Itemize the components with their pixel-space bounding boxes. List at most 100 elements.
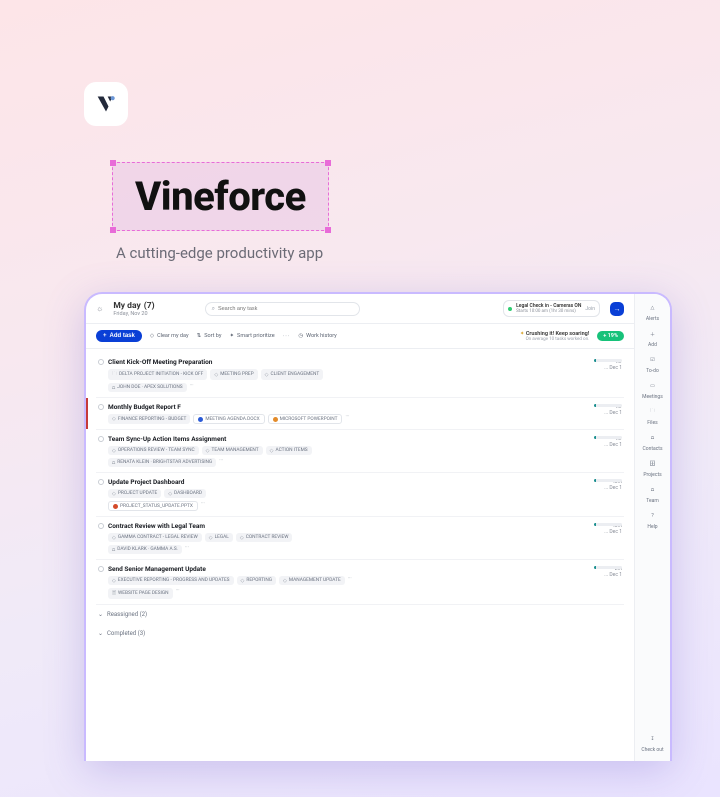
brand-title-box: Vineforce [112, 162, 329, 231]
sidebar-item-meetings[interactable]: ▭Meetings [642, 378, 663, 402]
sidebar-label: Check out [641, 747, 663, 753]
day-title: My day [113, 301, 140, 311]
task-radio[interactable] [98, 404, 104, 410]
task-more-icon[interactable]: ··· [348, 576, 352, 585]
sidebar-label: Projects [643, 472, 661, 478]
task-more-icon[interactable]: ··· [219, 458, 223, 467]
sidebar-item-projects[interactable]: 🗄 Projects [643, 456, 661, 480]
task-list: Client Kick-Off Meeting Preparation 1hr … [86, 349, 634, 761]
sidebar-item-to-do[interactable]: ☑To-do [646, 352, 659, 376]
sort-icon: ⇅ [197, 333, 202, 339]
task-radio[interactable] [98, 523, 104, 529]
task-row[interactable]: Team Sync-Up Action Items Assignment 1hr… [96, 430, 624, 473]
search-input[interactable] [218, 306, 353, 312]
task-more-icon[interactable]: ··· [190, 383, 194, 392]
task-tag[interactable]: ◇CONTRACT REVIEW [236, 533, 293, 542]
task-file-chip[interactable]: PROJECT_STATUS_UPDATE.PPTX [108, 501, 198, 511]
task-person[interactable]: ⩍JOHN DOE · APEX SOLUTIONS [108, 383, 187, 392]
task-tag[interactable]: ◇CLIENT ENGAGEMENT [261, 369, 324, 380]
task-radio[interactable] [98, 436, 104, 442]
task-due: ... Dec 1 [598, 485, 622, 491]
sidebar-item-help[interactable]: ?Help [647, 508, 659, 532]
sidebar-item-team[interactable]: ⩍Team [646, 482, 659, 506]
task-progress [594, 436, 622, 439]
task-file-chip[interactable]: MICROSOFT POWERPOINT [268, 414, 343, 424]
work-history-button[interactable]: ◷ Work history [298, 333, 336, 339]
section-completed[interactable]: ⌄Completed (3) [96, 624, 624, 643]
contacts-icon: ⩍ [647, 432, 659, 444]
sidebar-item-alerts[interactable]: △Alerts [646, 300, 659, 324]
status-chip[interactable]: Legal Check in - Cameras ON Starts 10:00… [503, 300, 600, 317]
add-task-button[interactable]: + Add task [96, 330, 142, 342]
toolbar-more-icon[interactable]: ··· [283, 333, 291, 340]
search-box[interactable]: ⌕ [205, 302, 360, 316]
task-tag[interactable]: 🗀DELTA PROJECT INITIATION - KICK OFF [108, 369, 207, 380]
task-file-chip[interactable]: MEETING AGENDA.DOCX [193, 414, 264, 424]
task-more-icon[interactable]: ··· [201, 501, 205, 511]
clear-day-button[interactable]: ◇ Clear my day [150, 333, 189, 339]
clear-icon: ◇ [150, 333, 154, 339]
task-title: Client Kick-Off Meeting Preparation [108, 358, 604, 366]
toolbar: + Add task ◇ Clear my day ⇅ Sort by ✦ Sm… [86, 324, 634, 349]
status-join[interactable]: Join [585, 306, 595, 312]
checkout-icon: ↧ [646, 733, 658, 745]
task-progress [594, 566, 622, 569]
task-radio[interactable] [98, 359, 104, 365]
team-icon: ⩍ [647, 484, 659, 496]
task-more-icon[interactable]: ··· [345, 414, 349, 424]
clear-label: Clear my day [157, 333, 189, 339]
task-person[interactable]: ⩍DAVID KLARK · GAMMA A.S. [108, 545, 182, 554]
section-reassigned[interactable]: ⌄Reassigned (2) [96, 605, 624, 624]
sidebar-item-files[interactable]: 🗀Files [647, 404, 659, 428]
task-tag[interactable]: ◇REPORTING [237, 576, 277, 585]
task-tag[interactable]: ◇DASHBOARD [164, 489, 206, 498]
task-tag[interactable]: ◇FINANCE REPORTING - BUDGET [108, 414, 190, 424]
sidebar-label: Alerts [646, 316, 659, 322]
sidebar-label: Add [648, 342, 657, 348]
projects-icon: 🗄 [647, 458, 659, 470]
task-title: Monthly Budget Report F [108, 403, 604, 411]
task-radio[interactable] [98, 479, 104, 485]
task-row[interactable]: Contract Review with Legal Team 40m ◇GAM… [96, 517, 624, 560]
task-more-icon[interactable]: ··· [176, 588, 180, 599]
task-row[interactable]: Client Kick-Off Meeting Preparation 1hr … [96, 353, 624, 398]
meetings-icon: ▭ [646, 380, 658, 392]
task-more-icon[interactable]: ··· [185, 545, 189, 554]
forward-button[interactable]: → [610, 302, 624, 316]
sidebar-item-checkout[interactable]: ↧ Check out [641, 731, 663, 755]
task-row[interactable]: Monthly Budget Report F 1hr ◇FINANCE REP… [96, 398, 624, 430]
task-tag[interactable]: ◇ACTION ITEMS [266, 446, 312, 455]
task-row[interactable]: Send Senior Management Update 2m ◇EXECUT… [96, 560, 624, 605]
task-progress [594, 359, 622, 362]
sort-button[interactable]: ⇅ Sort by [197, 333, 222, 339]
task-title: Update Project Dashboard [108, 478, 604, 486]
crush-sub: On average 10 tasks worked on. [520, 337, 589, 342]
day-count: (7) [144, 301, 155, 311]
task-tag[interactable]: ◇EXECUTIVE REPORTING - PROGRESS AND UPDA… [108, 576, 234, 585]
task-tag[interactable]: ◇MANAGEMENT UPDATE [279, 576, 345, 585]
task-due: ... Dec 1 [598, 442, 622, 448]
sort-label: Sort by [204, 333, 221, 339]
help-icon: ? [647, 510, 659, 522]
files-icon: 🗀 [647, 406, 659, 418]
crushing-banner: ✦ Crushing it! Keep soaring! On average … [520, 331, 589, 342]
task-title: Team Sync-Up Action Items Assignment [108, 435, 604, 443]
task-tag[interactable]: ◇LEGAL [205, 533, 233, 542]
task-tag[interactable]: ◇MEETING PREP [210, 369, 257, 380]
smart-prioritize-button[interactable]: ✦ Smart prioritize [229, 333, 274, 339]
task-tag[interactable]: ◇GAMMA CONTRACT - LEGAL REVIEW [108, 533, 202, 542]
task-person[interactable]: ⩍RENATA KLEIN · BRIGHTSTAR ADVERTISING [108, 458, 216, 467]
task-tag[interactable]: ◇TEAM MANAGEMENT [202, 446, 263, 455]
task-tag[interactable]: ◇PROJECT UPDATE [108, 489, 161, 498]
task-row[interactable]: Update Project Dashboard 40m ◇PROJECT UP… [96, 473, 624, 517]
task-tag[interactable]: 🗎WEBSITE PAGE DESIGN [108, 588, 173, 599]
sidebar-item-contacts[interactable]: ⩍ Contacts [642, 430, 662, 454]
percent-label: + 19% [603, 333, 618, 339]
percent-pill[interactable]: + 19% [597, 331, 624, 341]
task-radio[interactable] [98, 566, 104, 572]
to-do-icon: ☑ [647, 354, 659, 366]
task-tag[interactable]: ◇OPERATIONS REVIEW - TEAM SYNC [108, 446, 199, 455]
sidebar-label: Contacts [642, 446, 662, 452]
sidebar-item-add[interactable]: ＋Add [647, 326, 659, 350]
task-title: Send Senior Management Update [108, 565, 604, 573]
